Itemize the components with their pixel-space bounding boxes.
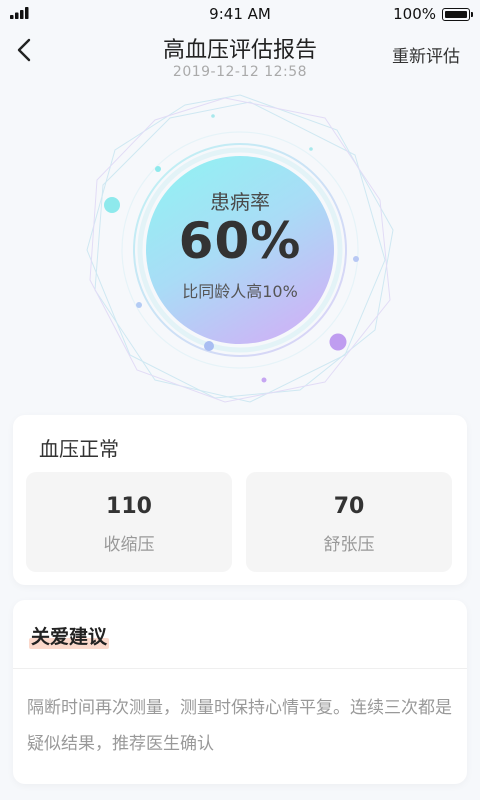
diastolic-value: 70	[333, 494, 365, 519]
battery-status: 100%	[393, 5, 473, 23]
accent-dot	[211, 114, 215, 118]
advice-text: 隔断时间再次测量，测量时保持心情平复。连续三次都是疑似结果，推荐医生确认	[27, 698, 452, 754]
accent-dot	[309, 147, 313, 151]
divider	[13, 668, 467, 669]
advice-heading: 关爱建议	[29, 622, 110, 649]
accent-dot	[104, 197, 120, 213]
accent-dot	[261, 377, 267, 383]
systolic-label: 收缩压	[103, 535, 155, 555]
status-bar: 9:41 AM 100%	[0, 0, 480, 28]
accent-dot	[136, 302, 142, 308]
blood-pressure-status: 血压正常	[39, 437, 119, 461]
accent-dot	[204, 341, 214, 351]
blood-pressure-card: 血压正常 110 收缩压 70 舒张压	[13, 415, 467, 585]
reassess-button[interactable]: 重新评估	[392, 42, 460, 67]
accent-dot	[155, 166, 161, 172]
gauge-graphic	[86, 94, 394, 403]
diastolic-label: 舒张压	[323, 535, 375, 555]
accent-dot	[329, 333, 347, 351]
gauge-core	[146, 156, 334, 344]
navigation-bar: 高血压评估报告 2019-12-12 12:58 重新评估	[0, 28, 480, 88]
systolic-box: 110 收缩压	[26, 472, 232, 572]
risk-gauge: 患病率 60% 比同龄人高10%	[75, 90, 405, 410]
systolic-value: 110	[106, 494, 152, 519]
diastolic-box: 70 舒张压	[246, 472, 452, 572]
battery-percent: 100%	[393, 5, 436, 23]
accent-dot	[353, 256, 359, 262]
battery-icon	[442, 7, 473, 21]
advice-card: 关爱建议 隔断时间再次测量，测量时保持心情平复。连续三次都是疑似结果，推荐医生确…	[13, 600, 467, 784]
advice-title: 关爱建议	[31, 626, 108, 648]
